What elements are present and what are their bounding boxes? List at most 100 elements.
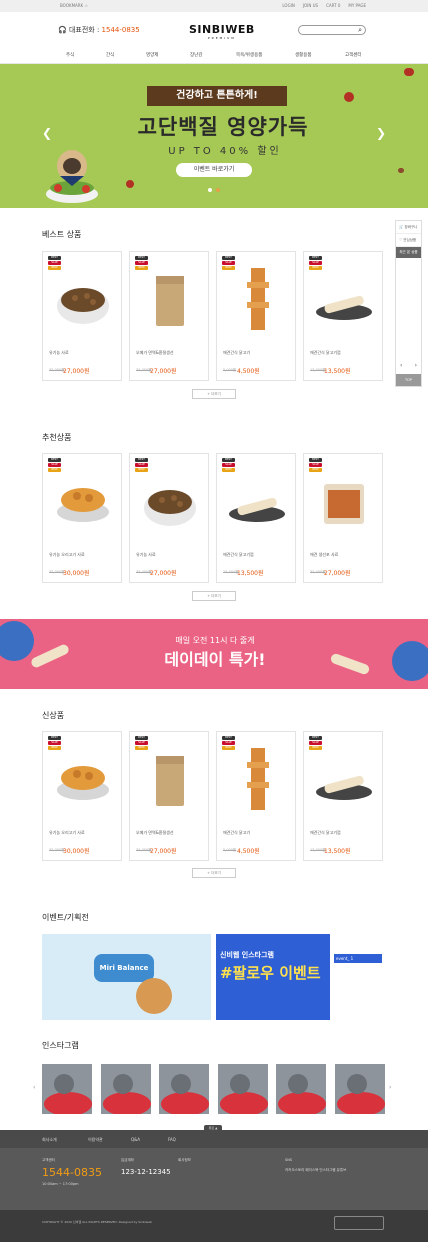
product-image[interactable] (49, 742, 117, 816)
chevron-left-icon[interactable]: ❮ (42, 126, 52, 140)
nav-item-hygiene[interactable]: 목욕/위생용품 (236, 52, 262, 58)
hero-cta-button[interactable]: 이벤트 바로가기 (176, 163, 252, 177)
best-more-button[interactable]: + 더보기 (192, 389, 236, 399)
footer-link-faq[interactable]: FAQ (168, 1137, 176, 1142)
top-button[interactable]: TOP (396, 374, 421, 386)
product-name[interactable]: 애견 생선포 사료 (310, 552, 338, 558)
product-name[interactable]: 애견간식 닭고기껌 (310, 350, 341, 356)
product-image[interactable] (223, 742, 291, 816)
scroll-top-button[interactable]: 위로 ▲ (204, 1125, 222, 1132)
product-card[interactable]: BEST SALE NEW 애견 생선포 사료 35,000원 27,000원 (303, 453, 383, 583)
product-name[interactable]: 유기농 사료 (49, 350, 69, 356)
chevron-right-icon[interactable]: ❯ (376, 126, 386, 140)
decor-kibble (344, 92, 354, 102)
join-link[interactable]: JOIN US (303, 3, 318, 8)
product-price: 4,500원 (237, 368, 260, 375)
product-name[interactable]: 오메가 면역&환절생선 (136, 830, 174, 836)
chevron-right-icon[interactable]: › (415, 362, 417, 374)
badge-sale: SALE (135, 741, 148, 745)
instagram-photo[interactable] (159, 1064, 209, 1114)
badge-sale: SALE (135, 261, 148, 265)
product-image[interactable] (310, 262, 378, 336)
badge-best: BEST (48, 736, 61, 740)
product-name[interactable]: 유기농 사료 (136, 552, 156, 558)
chevron-right-icon[interactable]: › (389, 1084, 391, 1091)
chevron-left-icon[interactable]: ‹ (33, 1084, 35, 1091)
promo-banner[interactable]: 매일 오전 11시 다 줄게 데이데이 특가! (0, 619, 428, 689)
nav-item-supplement[interactable]: 영양제 (146, 52, 158, 58)
product-card[interactable]: BEST SALE NEW 유기농 사료 35,000원 27,000원 (129, 453, 209, 583)
product-name[interactable]: 애견간식 닭고기 (223, 350, 250, 356)
footer-link-about[interactable]: 회사소개 (42, 1137, 57, 1143)
mypage-link[interactable]: MY PAGE (348, 3, 366, 8)
footer-link-terms[interactable]: 이용약관 (88, 1137, 103, 1143)
product-card[interactable]: BEST SALE NEW 유기농 오리고기 사료 35,000원 30,000원 (42, 453, 122, 583)
product-card[interactable]: BEST SALE NEW 애견간식 닭고기껌 15,000원 13,500원 (216, 453, 296, 583)
product-card[interactable]: BEST SALE NEW 애견간식 닭고기껌 15,000원 13,500원 (303, 251, 383, 381)
badge-sale: SALE (48, 741, 61, 745)
footer-sns-links[interactable]: 카카오스토리 페이스북 인스타그램 유튜브 (285, 1168, 346, 1173)
product-image[interactable] (49, 262, 117, 336)
product-name[interactable]: 유기농 오리고기 사료 (49, 552, 85, 558)
nav-item-living[interactable]: 생활용품 (295, 52, 312, 58)
chevron-left-icon[interactable]: ‹ (400, 362, 402, 374)
login-link[interactable]: LOGIN (282, 3, 295, 8)
product-image[interactable] (223, 262, 291, 336)
slider-dot[interactable] (216, 188, 220, 192)
instagram-photo[interactable] (218, 1064, 268, 1114)
product-card[interactable]: BEST SALE NEW 애견간식 닭고기 5,000원 4,500원 (216, 731, 296, 861)
search-icon[interactable]: ⌕ (358, 26, 362, 34)
badge-best: BEST (48, 458, 61, 462)
nav-item-cs[interactable]: 고객센터 (345, 52, 362, 58)
nav-item-snack[interactable]: 간식 (106, 52, 114, 58)
footer-company-label: 회사정보 (178, 1158, 191, 1162)
cart-link[interactable]: CART 0 (326, 3, 340, 8)
product-name[interactable]: 애견간식 닭고기껌 (310, 830, 341, 836)
product-image[interactable] (310, 742, 378, 816)
nav-item-toy[interactable]: 장난감 (190, 52, 202, 58)
instagram-photo[interactable] (276, 1064, 326, 1114)
side-cart[interactable]: 🛒 장바구니 (396, 221, 421, 234)
instagram-photo[interactable] (42, 1064, 92, 1114)
product-price: 27,000원 (150, 570, 177, 577)
bookmark-link[interactable]: BOOKMARK ☆ (60, 3, 88, 8)
escrow-badge[interactable] (334, 1216, 384, 1230)
product-card[interactable]: BEST SALE NEW 오메가 면역&환절생선 35,000원 27,000원 (129, 731, 209, 861)
footer-bank-no: 123-12-12345 (121, 1168, 171, 1176)
product-image[interactable] (310, 464, 378, 538)
product-image[interactable] (49, 464, 117, 538)
logo[interactable]: SINBIWEB PREMIUM (189, 23, 255, 40)
event-card-miri[interactable]: Miri Balance (42, 934, 211, 1020)
recommend-more-button[interactable]: + 더보기 (192, 591, 236, 601)
footer-link-qna[interactable]: Q&A (131, 1137, 140, 1142)
product-image[interactable] (136, 742, 204, 816)
product-image[interactable] (223, 464, 291, 538)
new-more-button[interactable]: + 더보기 (192, 868, 236, 878)
product-name[interactable]: 오메가 면역&환절생선 (136, 350, 174, 356)
badge-sale: SALE (48, 463, 61, 467)
badge-best: BEST (309, 458, 322, 462)
product-image[interactable] (136, 464, 204, 538)
nav-item-food[interactable]: 주식 (66, 52, 74, 58)
side-wish[interactable]: ♡ 관심상품 (396, 234, 421, 247)
badge-sale: SALE (222, 741, 235, 745)
badge-new: NEW (309, 468, 322, 472)
search-input[interactable]: ⌕ (298, 25, 366, 35)
badge-new: NEW (309, 746, 322, 750)
product-name[interactable]: 애견간식 닭고기껌 (223, 552, 254, 558)
instagram-photo[interactable] (335, 1064, 385, 1114)
product-name[interactable]: 애견간식 닭고기 (223, 830, 250, 836)
hero-banner[interactable]: 건강하고 튼튼하게! 고단백질 영양가득 UP TO 40% 할인 이벤트 바로… (0, 64, 428, 208)
product-card[interactable]: BEST SALE NEW 오메가 면역&환절생선 35,000원 27,000원 (129, 251, 209, 381)
product-card[interactable]: BEST SALE NEW 유기농 오리고기 사료 35,000원 30,000원 (42, 731, 122, 861)
product-card[interactable]: BEST SALE NEW 애견간식 닭고기껌 15,000원 13,500원 (303, 731, 383, 861)
heart-icon: ♡ (399, 238, 403, 242)
product-image[interactable] (136, 262, 204, 336)
badge-group: BEST SALE NEW (309, 256, 322, 271)
product-card[interactable]: BEST SALE NEW 유기농 사료 35,000원 27,000원 (42, 251, 122, 381)
slider-dot-active[interactable] (208, 188, 212, 192)
product-name[interactable]: 유기농 오리고기 사료 (49, 830, 85, 836)
instagram-photo[interactable] (101, 1064, 151, 1114)
product-card[interactable]: BEST SALE NEW 애견간식 닭고기 5,000원 4,500원 (216, 251, 296, 381)
event-card-instagram[interactable]: 신비웹 인스타그램 #팔로우 이벤트 event_ 1 (216, 934, 386, 1020)
